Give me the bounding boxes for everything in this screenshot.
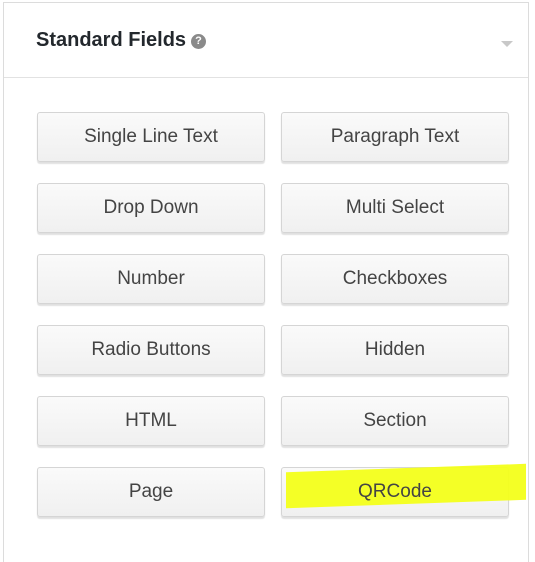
radio-buttons-button[interactable]: Radio Buttons: [37, 325, 265, 375]
panel-title: Standard Fields ?: [36, 29, 207, 52]
panel-title-text: Standard Fields: [36, 29, 187, 51]
checkboxes-button[interactable]: Checkboxes: [281, 254, 509, 304]
drop-down-button[interactable]: Drop Down: [37, 183, 265, 233]
question-mark-icon[interactable]: ?: [191, 34, 207, 49]
standard-fields-panel: Standard Fields ? Single Line Text Parag…: [3, 2, 529, 562]
html-button[interactable]: HTML: [37, 396, 265, 446]
page-button[interactable]: Page: [37, 467, 265, 517]
section-button[interactable]: Section: [281, 396, 509, 446]
panel-header[interactable]: Standard Fields ?: [4, 3, 528, 78]
hidden-button[interactable]: Hidden: [281, 325, 509, 375]
single-line-text-button[interactable]: Single Line Text: [37, 112, 265, 162]
multi-select-button[interactable]: Multi Select: [281, 183, 509, 233]
collapse-arrow-icon[interactable]: [501, 41, 513, 47]
qrcode-button[interactable]: QRCode: [281, 463, 526, 517]
field-button-grid: Single Line Text Paragraph Text Drop Dow…: [37, 112, 526, 517]
paragraph-text-button[interactable]: Paragraph Text: [281, 112, 509, 162]
number-button[interactable]: Number: [37, 254, 265, 304]
